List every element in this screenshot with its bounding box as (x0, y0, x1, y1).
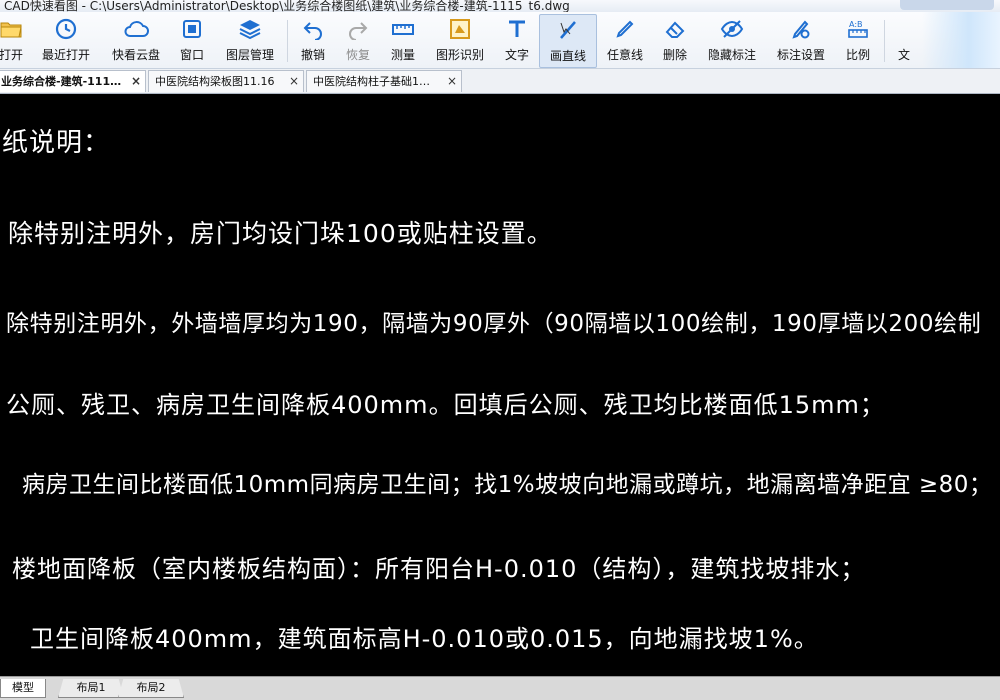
window-icon (179, 16, 205, 42)
undo-icon (300, 16, 326, 42)
tab-model[interactable]: 模型 (0, 679, 46, 698)
ruler-icon (390, 16, 416, 42)
title-bar: CAD快速看图 - C:\Users\Administrator\Desktop… (0, 0, 1000, 12)
eraser-icon (662, 16, 688, 42)
document-tabs: 业务综合楼-建筑-111… × 中医院结构梁板图11.16 × 中医院结构柱子基… (0, 69, 1000, 94)
shape-recognize-icon (447, 16, 473, 42)
freehand-line-button[interactable]: 任意线 (603, 14, 647, 66)
shape-recognize-button[interactable]: 图形识别 (432, 14, 488, 66)
clock-icon (53, 16, 79, 42)
tab-document-1[interactable]: 业务综合楼-建筑-111… × (0, 70, 146, 92)
close-icon[interactable]: × (131, 71, 141, 92)
pen-icon (612, 16, 638, 42)
drawing-text-line: 楼地面降板（室内楼板结构面）：所有阳台H-0.010（结构），建筑找坡排水； (12, 555, 866, 583)
svg-text:A:B: A:B (849, 20, 863, 29)
toolbar-separator (884, 20, 885, 62)
text-more-icon (891, 16, 917, 42)
scale-button[interactable]: A:B 比例 (841, 14, 875, 66)
recent-open-button[interactable]: 最近打开 (38, 14, 94, 66)
folder-open-icon (0, 16, 24, 42)
cloud-icon (123, 16, 149, 42)
line-icon (555, 17, 581, 43)
drawing-canvas[interactable]: 纸说明： 除特别注明外，房门均设门垛100或贴柱设置。 除特别注明外，外墙墙厚均… (0, 94, 1000, 676)
draw-line-button[interactable]: 画直线 (539, 14, 597, 68)
measure-button[interactable]: 测量 (386, 14, 420, 66)
text-icon (504, 16, 530, 42)
cad-viewer-window: CAD快速看图 - C:\Users\Administrator\Desktop… (0, 0, 1000, 700)
window-button[interactable]: 窗口 (174, 14, 210, 66)
tab-layout-1[interactable]: 布局1 (58, 679, 124, 698)
drawing-text-line: 卫生间降板400mm，建筑面标高H-0.010或0.015，向地漏找坡1%。 (30, 625, 819, 653)
tab-document-2[interactable]: 中医院结构梁板图11.16 × (148, 70, 304, 92)
layout-tab-bar: 模型 布局1 布局2 (0, 676, 1000, 700)
main-toolbar: 打开 最近打开 快看云盘 窗口 图层管理 撤销 恢复 测量 图形识别 文字 画直… (0, 12, 1000, 69)
delete-button[interactable]: 删除 (658, 14, 692, 66)
close-icon[interactable]: × (289, 71, 299, 92)
redo-icon (345, 16, 371, 42)
drawing-text-line: 病房卫生间比楼面低10mm同病房卫生间；找1%坡坡向地漏或蹲坑，地漏离墙净距宜 … (22, 472, 993, 498)
close-icon[interactable]: × (447, 71, 457, 92)
scale-icon: A:B (845, 16, 871, 42)
drawing-text-line: 纸说明： (2, 128, 111, 158)
window-title: CAD快速看图 - C:\Users\Administrator\Desktop… (4, 0, 570, 12)
annotation-settings-button[interactable]: 标注设置 (772, 14, 830, 66)
layers-icon (237, 16, 263, 42)
tab-document-3[interactable]: 中医院结构柱子基础1… × (306, 70, 462, 92)
settings-icon (788, 16, 814, 42)
cloud-disk-button[interactable]: 快看云盘 (106, 14, 166, 66)
toolbar-separator (287, 20, 288, 62)
text-button[interactable]: 文字 (500, 14, 534, 66)
redo-button[interactable]: 恢复 (341, 14, 375, 66)
drawing-text-line: 除特别注明外，外墙墙厚均为190，隔墙为90厚外（90隔墙以100绘制，190厚… (6, 311, 982, 337)
tab-layout-2[interactable]: 布局2 (118, 679, 184, 698)
text-more-button[interactable]: 文 (892, 14, 916, 66)
layer-manager-button[interactable]: 图层管理 (222, 14, 278, 66)
open-button[interactable]: 打开 (0, 14, 28, 66)
hide-annotation-button[interactable]: 隐藏标注 (704, 14, 760, 66)
undo-button[interactable]: 撤销 (296, 14, 330, 66)
eye-hide-icon (719, 16, 745, 42)
window-controls[interactable] (900, 0, 994, 10)
drawing-text-line: 公厕、残卫、病房卫生间降板400mm。回填后公厕、残卫均比楼面低15mm； (6, 391, 885, 419)
drawing-text-line: 除特别注明外，房门均设门垛100或贴柱设置。 (8, 219, 553, 248)
toolbar-highlight (922, 12, 1000, 68)
